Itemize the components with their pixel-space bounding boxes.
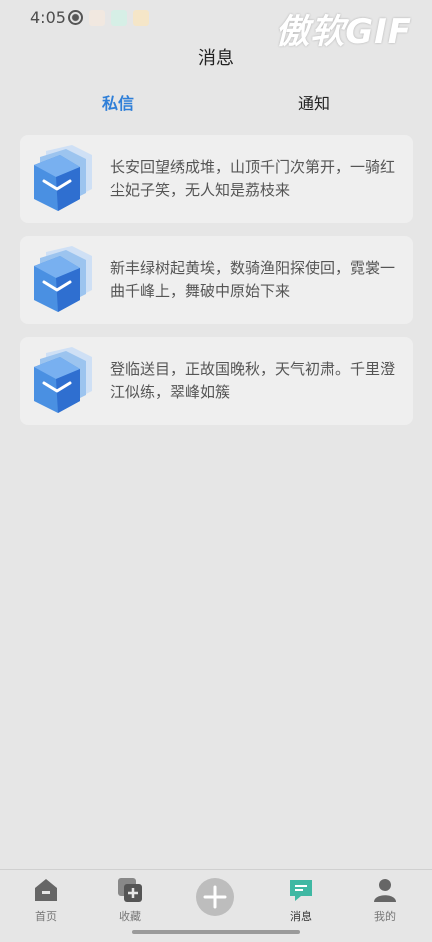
cube-avatar-icon	[34, 145, 92, 211]
nav-item-messages[interactable]: 消息	[271, 876, 331, 924]
nav-label-profile: 我的	[374, 910, 396, 923]
status-bar: 4:05 傲软GIF	[0, 0, 432, 52]
nav-label-messages: 消息	[290, 910, 312, 923]
message-text: 新丰绿树起黄埃，数骑渔阳探使回，霓裳一曲千峰上，舞破中原始下来	[110, 259, 396, 300]
message-card[interactable]: 登临送目，正故国晚秋，天气初肃。千里澄江似练，翠峰如簇	[20, 337, 413, 425]
user-icon	[374, 879, 396, 902]
cube-avatar-icon	[34, 347, 92, 413]
nav-item-favorites[interactable]: 收藏	[100, 876, 160, 924]
status-icons	[68, 10, 149, 26]
status-time: 4:05	[30, 8, 66, 27]
plus-icon	[203, 885, 227, 909]
cube-avatar-icon	[34, 246, 92, 312]
page-title: 消息	[198, 48, 234, 69]
message-card[interactable]: 新丰绿树起黄埃，数骑渔阳探使回，霓裳一曲千峰上，舞破中原始下来	[20, 236, 413, 324]
home-icon	[35, 879, 57, 901]
message-card[interactable]: 长安回望绣成堆，山顶千门次第开，一骑红尘妃子笑，无人知是荔枝来	[20, 135, 413, 223]
tab-bar: 私信 通知	[0, 90, 432, 114]
favorite-add-icon	[118, 878, 142, 902]
app-icon-2	[111, 10, 127, 26]
message-text: 长安回望绣成堆，山顶千门次第开，一骑红尘妃子笑，无人知是荔枝来	[110, 158, 396, 199]
nav-label-home: 首页	[35, 910, 57, 923]
app-icon-1	[89, 10, 105, 26]
record-icon	[68, 10, 83, 25]
tab-notifications[interactable]: 通知	[298, 90, 330, 114]
nav-label-favorites: 收藏	[119, 910, 141, 923]
home-indicator[interactable]	[132, 930, 300, 934]
add-button[interactable]	[196, 878, 234, 916]
chat-icon	[290, 880, 312, 901]
weibo-icon	[133, 10, 149, 26]
message-text: 登临送目，正故国晚秋，天气初肃。千里澄江似练，翠峰如簇	[110, 360, 396, 401]
nav-item-home[interactable]: 首页	[16, 876, 76, 924]
message-list: 长安回望绣成堆，山顶千门次第开，一骑红尘妃子笑，无人知是荔枝来 新丰绿树起黄埃，…	[20, 135, 413, 438]
tab-private-messages[interactable]: 私信	[102, 90, 134, 114]
nav-item-profile[interactable]: 我的	[355, 876, 415, 924]
